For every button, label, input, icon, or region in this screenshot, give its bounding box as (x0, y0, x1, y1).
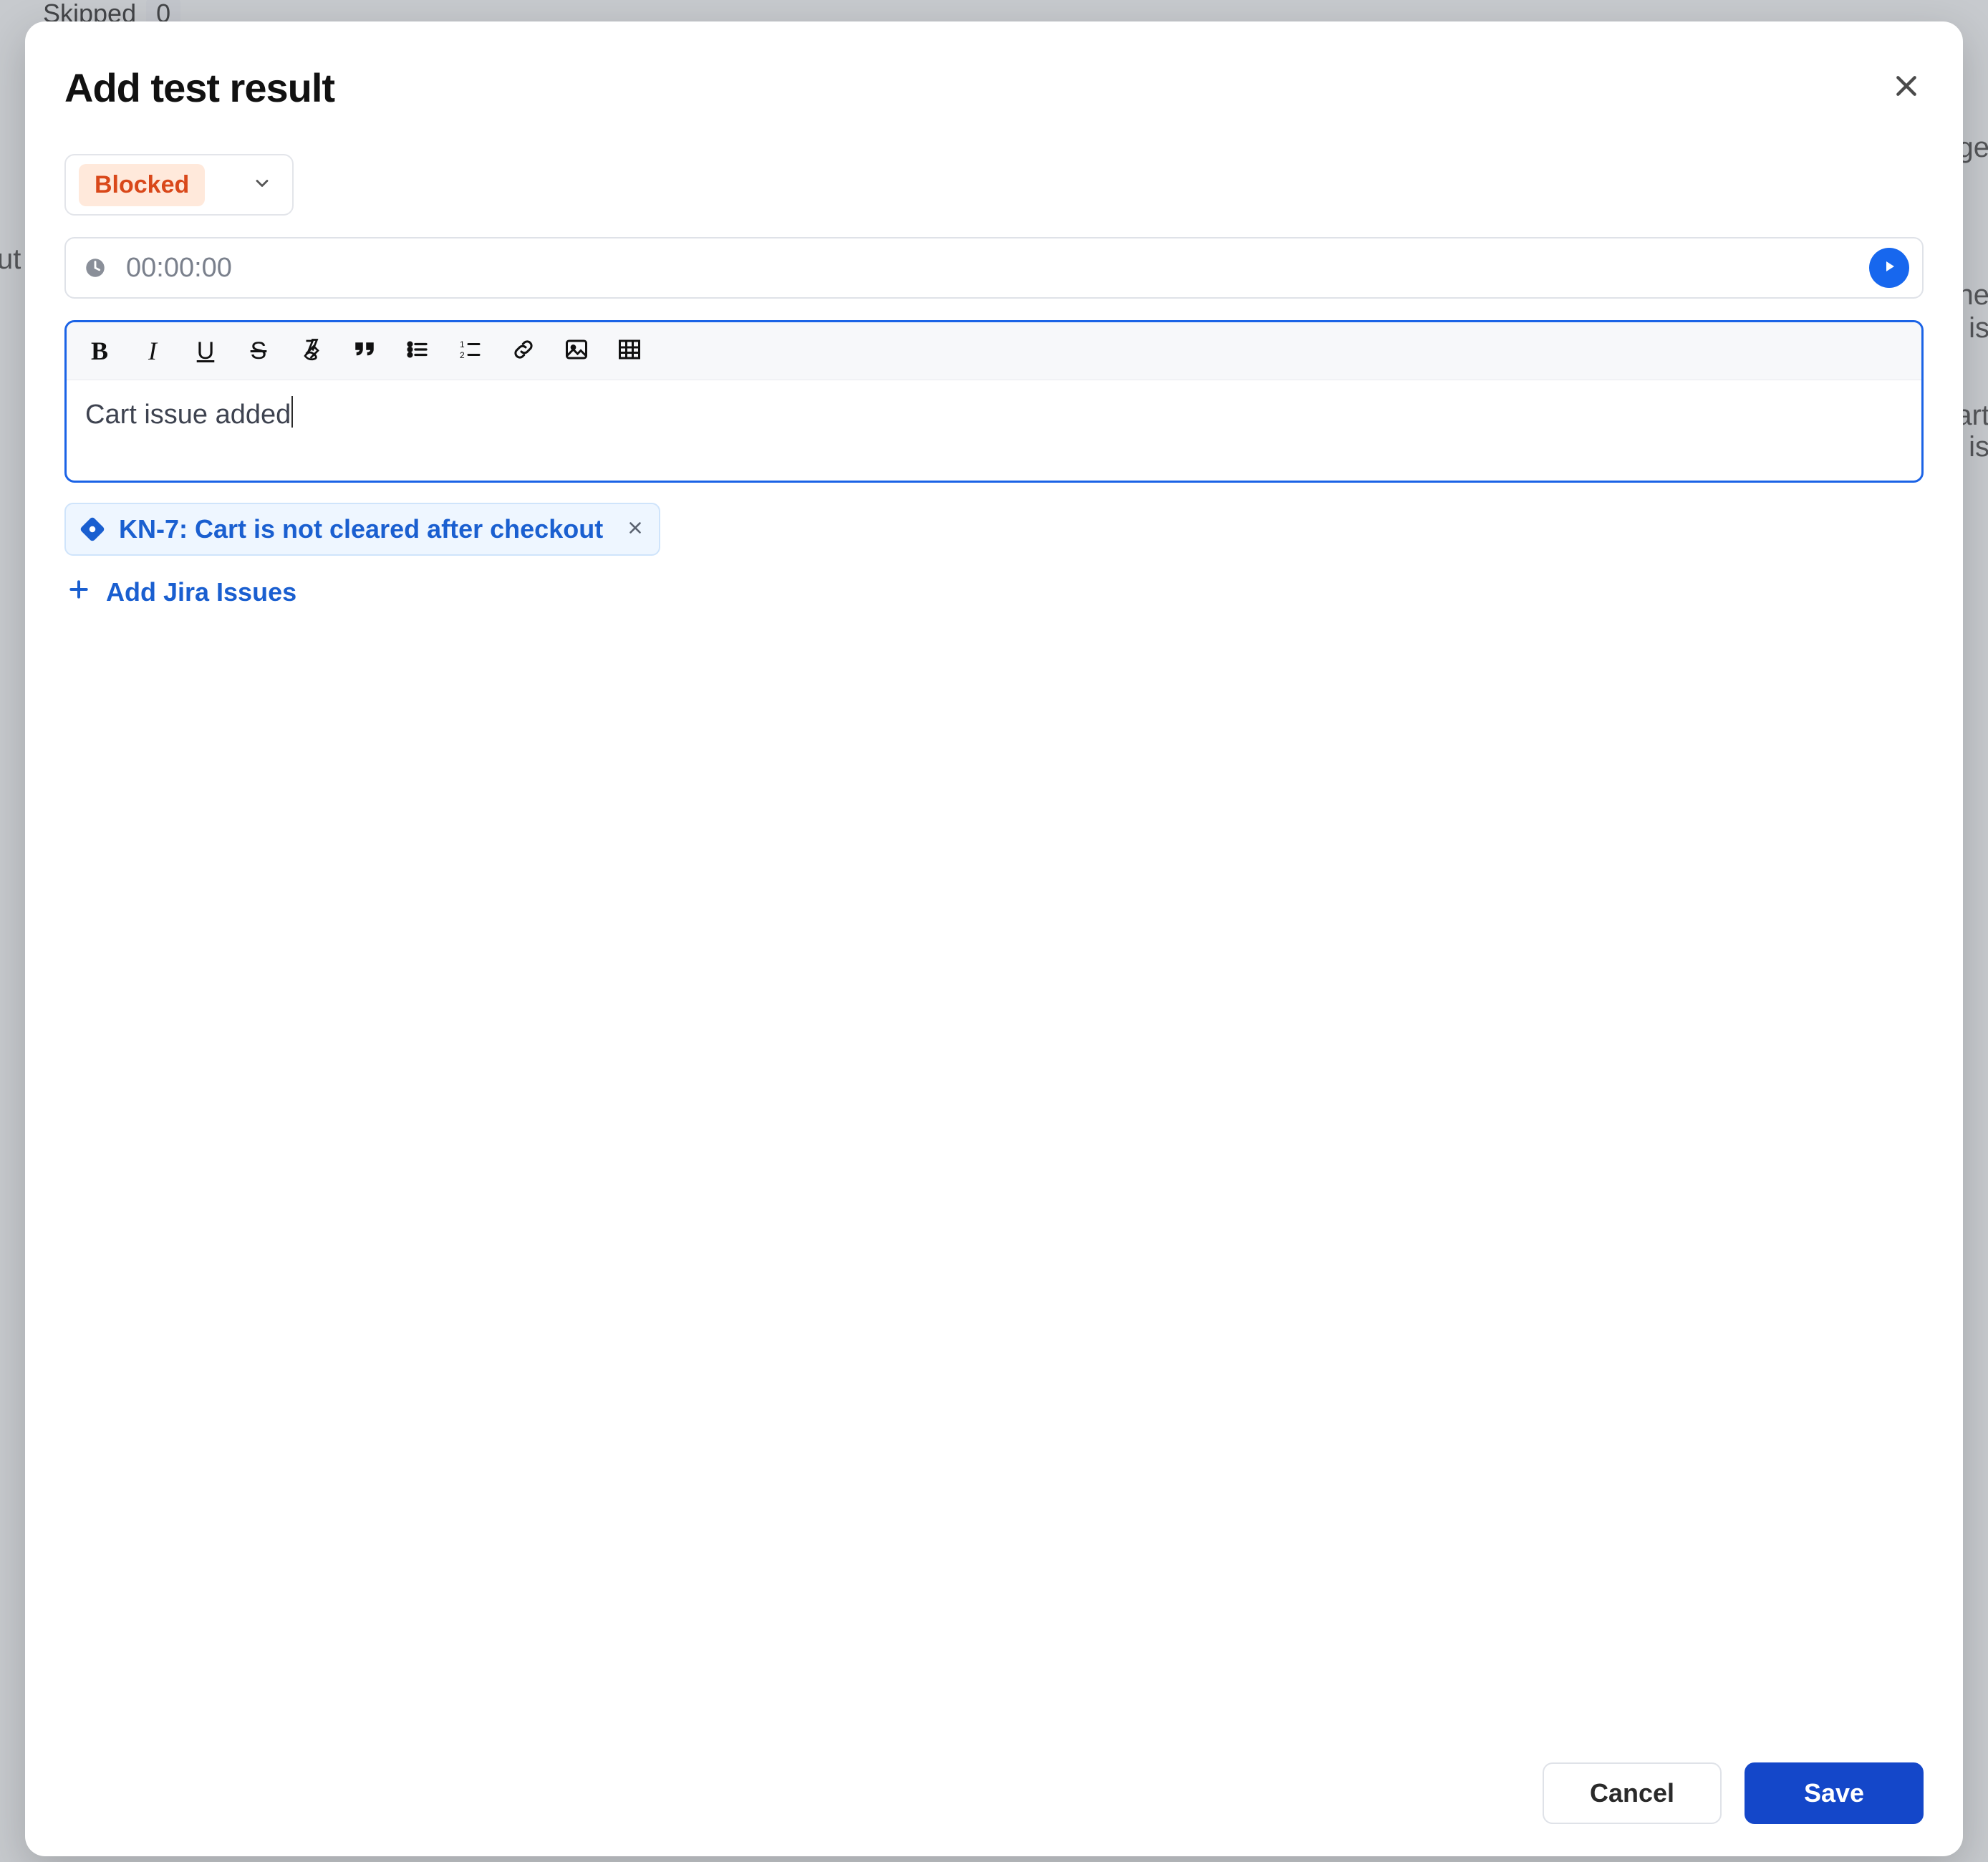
strikethrough-button[interactable]: S (243, 335, 274, 367)
save-button[interactable]: Save (1745, 1762, 1924, 1824)
timer-field[interactable]: 00:00:00 (64, 237, 1924, 299)
close-icon (1892, 72, 1921, 104)
numbered-list-icon: 1 2 (458, 337, 483, 366)
italic-icon: I (148, 336, 157, 366)
status-chip: Blocked (79, 164, 205, 206)
svg-text:1: 1 (460, 339, 465, 349)
remove-issue-button[interactable] (626, 518, 645, 541)
image-icon (564, 337, 589, 366)
linked-issue-label: KN-7: Cart is not cleared after checkout (119, 514, 603, 544)
link-button[interactable] (508, 335, 539, 367)
underline-icon: U (197, 337, 215, 365)
underline-button[interactable]: U (190, 335, 221, 367)
chevron-down-icon (252, 173, 272, 197)
bold-button[interactable]: B (84, 335, 115, 367)
numbered-list-button[interactable]: 1 2 (455, 335, 486, 367)
bullet-list-icon (405, 337, 430, 366)
result-editor: B I U S (64, 320, 1924, 483)
linked-issue-chip[interactable]: KN-7: Cart is not cleared after checkout (64, 503, 660, 556)
italic-button[interactable]: I (137, 335, 168, 367)
clear-format-button[interactable] (296, 335, 327, 367)
close-button[interactable] (1889, 71, 1924, 105)
bold-icon: B (91, 336, 108, 366)
modal-title: Add test result (64, 64, 334, 111)
play-icon (1881, 258, 1898, 279)
text-caret (291, 396, 293, 428)
bullet-list-button[interactable] (402, 335, 433, 367)
status-dropdown[interactable]: Blocked (64, 154, 294, 216)
plus-icon (67, 577, 90, 607)
add-jira-issues-button[interactable]: Add Jira Issues (64, 573, 1924, 612)
clear-format-icon (299, 337, 324, 366)
editor-textarea[interactable]: Cart issue added (67, 380, 1921, 481)
close-icon (626, 518, 645, 541)
timer-value: 00:00:00 (126, 253, 1851, 284)
table-icon (617, 337, 642, 366)
editor-content: Cart issue added (85, 400, 291, 430)
svg-text:2: 2 (460, 350, 465, 360)
add-test-result-modal: Add test result Blocked 00:00:00 (25, 21, 1963, 1856)
cancel-button[interactable]: Cancel (1543, 1762, 1722, 1824)
strikethrough-icon: S (251, 337, 267, 365)
add-jira-issues-label: Add Jira Issues (106, 577, 296, 607)
quote-icon (352, 337, 377, 366)
image-button[interactable] (561, 335, 592, 367)
timer-play-button[interactable] (1869, 248, 1909, 288)
quote-button[interactable] (349, 335, 380, 367)
jira-issue-icon (80, 517, 105, 541)
clock-icon (83, 256, 107, 280)
link-icon (511, 337, 536, 366)
editor-toolbar: B I U S (67, 322, 1921, 380)
modal-footer: Cancel Save (64, 1762, 1924, 1824)
table-button[interactable] (614, 335, 645, 367)
